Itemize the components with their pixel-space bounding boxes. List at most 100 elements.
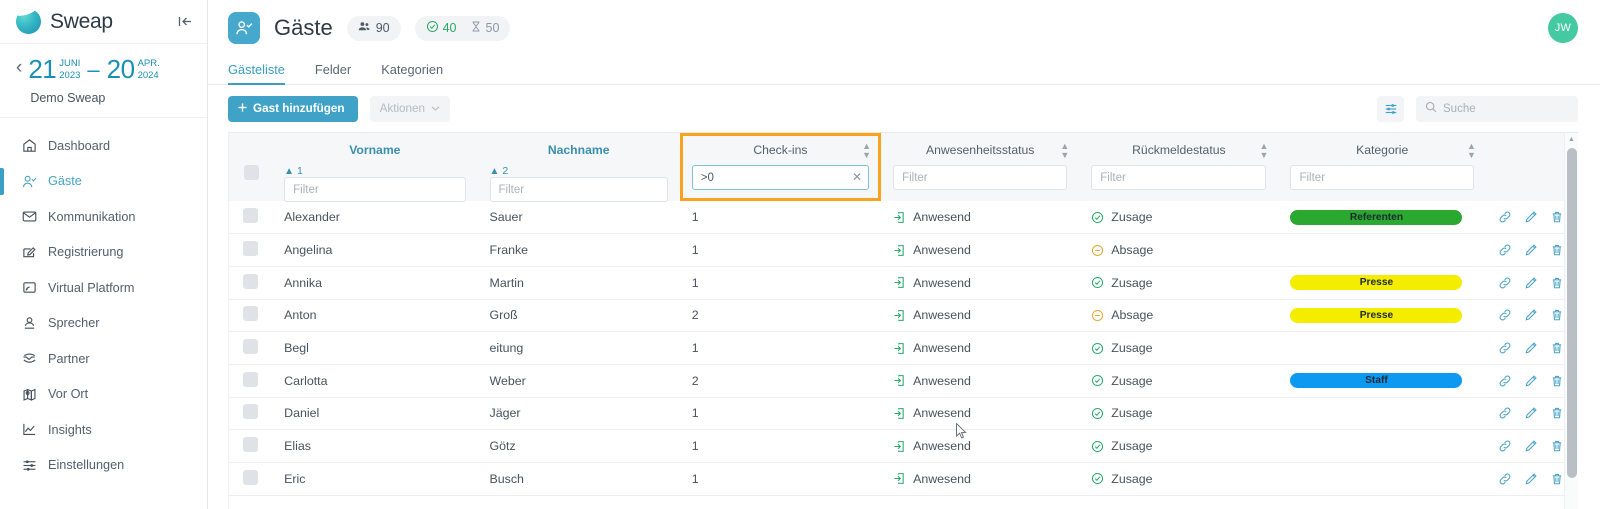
sidebar-item-virtual-platform[interactable]: Virtual Platform (0, 270, 207, 306)
row-select-cell[interactable] (229, 266, 273, 300)
link-icon[interactable] (1498, 341, 1512, 355)
row-checkbox[interactable] (243, 404, 258, 420)
sidebar-item-einstellungen[interactable]: Einstellungen (0, 448, 207, 484)
table-row[interactable]: Anton Groß 2 Anwesend Absage Presse (229, 299, 1564, 333)
trash-icon[interactable] (1550, 210, 1564, 224)
table-row[interactable]: Carlotta Weber 2 Anwesend Zusage Staff (229, 364, 1564, 398)
vertical-scrollbar[interactable]: ▲ (1564, 133, 1578, 509)
category-badge[interactable]: Presse (1290, 307, 1463, 323)
trash-icon[interactable] (1550, 406, 1564, 420)
row-select-cell[interactable] (229, 233, 273, 267)
column-header-kategorie[interactable]: Kategorie ▲ ▼ (1278, 133, 1486, 201)
trash-icon[interactable] (1550, 374, 1564, 388)
avatar[interactable]: JW (1548, 13, 1578, 43)
search-input[interactable] (1443, 102, 1569, 115)
table-row[interactable]: Elias Götz 1 Anwesend Zusage (229, 429, 1564, 463)
pencil-icon[interactable] (1524, 406, 1538, 420)
add-guest-button[interactable]: Gast hinzufügen (228, 95, 358, 122)
link-icon[interactable] (1498, 472, 1512, 486)
actions-button[interactable]: Aktionen (369, 95, 451, 122)
filter-input-nachname[interactable] (489, 177, 668, 202)
column-header-nachname[interactable]: Nachname ▲ 2 (477, 133, 680, 202)
row-select-cell[interactable] (229, 201, 273, 235)
sort-indicator-kategorie[interactable]: ▲ ▼ (1467, 142, 1476, 160)
search-box[interactable] (1416, 95, 1578, 122)
row-checkbox[interactable] (243, 371, 258, 387)
table-row[interactable]: Begl eitung 1 Anwesend Zusage (229, 331, 1564, 365)
row-select-cell[interactable] (229, 299, 273, 333)
link-icon[interactable] (1498, 276, 1512, 290)
clear-x-icon[interactable]: ✕ (852, 170, 862, 184)
row-select-cell[interactable] (229, 397, 273, 431)
link-icon[interactable] (1498, 374, 1512, 388)
link-icon[interactable] (1498, 243, 1512, 257)
sort-indicator-anwesenheitsstatus[interactable]: ▲ ▼ (1060, 142, 1069, 160)
trash-icon[interactable] (1550, 243, 1564, 257)
sidebar-item-vor-ort[interactable]: Vor Ort (0, 377, 207, 413)
row-checkbox[interactable] (243, 208, 258, 224)
pencil-icon[interactable] (1524, 243, 1538, 257)
sidebar-item-insights[interactable]: Insights (0, 412, 207, 448)
sort-indicator-rueckmeldestatus[interactable]: ▲ ▼ (1260, 142, 1269, 160)
sort-indicator-checkins[interactable]: ▲ ▼ (862, 142, 871, 160)
filter-input-checkins[interactable] (691, 165, 870, 190)
row-checkbox[interactable] (243, 437, 258, 453)
link-icon[interactable] (1498, 439, 1512, 453)
sidebar-item-sprecher[interactable]: Sprecher (0, 306, 207, 342)
row-select-cell[interactable] (229, 331, 273, 365)
pencil-icon[interactable] (1524, 472, 1538, 486)
category-badge[interactable]: Referenten (1290, 209, 1463, 225)
filter-input-rueckmeldestatus[interactable] (1091, 165, 1267, 190)
pencil-icon[interactable] (1524, 439, 1538, 453)
link-icon[interactable] (1498, 210, 1512, 224)
table-row[interactable]: Eric Busch 1 Anwesend Zusage (229, 462, 1564, 496)
trash-icon[interactable] (1550, 472, 1564, 486)
trash-icon[interactable] (1550, 341, 1564, 355)
pencil-icon[interactable] (1524, 210, 1538, 224)
sidebar-item-partner[interactable]: Partner (0, 341, 207, 377)
pencil-icon[interactable] (1524, 276, 1538, 290)
filter-input-kategorie[interactable] (1290, 165, 1474, 190)
row-checkbox[interactable] (243, 469, 258, 485)
sidebar-item-dashboard[interactable]: Dashboard (0, 128, 207, 164)
column-header-rueckmeldestatus[interactable]: Rückmeldestatus ▲ ▼ (1079, 133, 1279, 201)
trash-icon[interactable] (1550, 308, 1564, 322)
column-header-checkins[interactable]: Check-ins ▲ ▼ ✕ (679, 133, 882, 201)
row-checkbox[interactable] (243, 241, 258, 257)
column-header-anwesenheitsstatus[interactable]: Anwesenheitsstatus ▲ ▼ (881, 133, 1080, 201)
tab-felder[interactable]: Felder (315, 62, 351, 84)
table-row[interactable]: Alexander Sauer 1 Anwesend Zusage Referenten (229, 201, 1564, 235)
column-header-vorname[interactable]: Vorname ▲ 1 (272, 133, 478, 202)
trash-icon[interactable] (1550, 276, 1564, 290)
category-badge[interactable]: Presse (1290, 275, 1463, 291)
scroll-up-icon[interactable]: ▲ (1565, 136, 1578, 143)
row-checkbox[interactable] (243, 339, 258, 355)
link-icon[interactable] (1498, 308, 1512, 322)
filter-input-vorname[interactable] (284, 177, 466, 202)
row-select-cell[interactable] (229, 429, 273, 463)
scrollbar-thumb[interactable] (1567, 148, 1577, 478)
table-settings-icon[interactable] (1377, 95, 1404, 122)
sort-indicator-vorname[interactable]: ▲ 1 (284, 165, 465, 177)
row-checkbox[interactable] (243, 306, 258, 322)
trash-icon[interactable] (1550, 439, 1564, 453)
tab-kategorien[interactable]: Kategorien (381, 62, 443, 84)
select-all-checkbox[interactable] (244, 165, 260, 180)
sort-indicator-nachname[interactable]: ▲ 2 (490, 165, 668, 177)
tab-gaesteliste[interactable]: Gästeliste (228, 62, 285, 85)
sidebar-item-gaeste[interactable]: Gäste (0, 164, 207, 200)
pencil-icon[interactable] (1524, 341, 1538, 355)
table-row[interactable]: Angelina Franke 1 Anwesend Absage (229, 233, 1564, 267)
row-checkbox[interactable] (243, 273, 258, 289)
table-row[interactable]: Annika Martin 1 Anwesend Zusage Presse (229, 266, 1564, 300)
link-icon[interactable] (1498, 406, 1512, 420)
row-select-cell[interactable] (229, 364, 273, 398)
collapse-panel-icon[interactable] (178, 15, 193, 28)
category-badge[interactable]: Staff (1290, 373, 1463, 389)
filter-input-anwesenheitsstatus[interactable] (893, 165, 1068, 190)
pencil-icon[interactable] (1524, 374, 1538, 388)
chevron-left-icon[interactable]: ‹ (12, 54, 28, 82)
sidebar-item-kommunikation[interactable]: Kommunikation (0, 199, 207, 235)
pencil-icon[interactable] (1524, 308, 1538, 322)
row-select-cell[interactable] (229, 462, 273, 496)
